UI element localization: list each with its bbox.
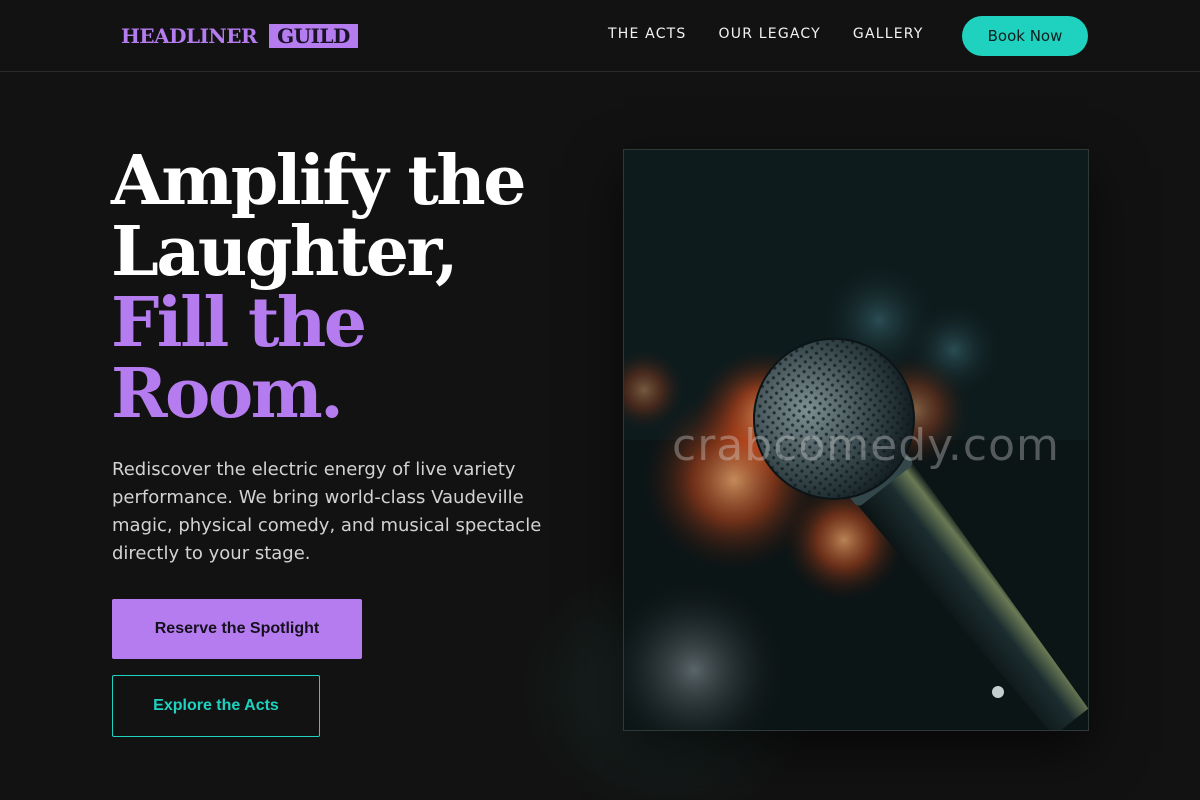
- hero-headline: Amplify the Laughter, Fill the Room.: [111, 146, 581, 430]
- book-now-button[interactable]: Book Now: [962, 16, 1088, 56]
- nav-item-gallery[interactable]: GALLERY: [853, 26, 924, 42]
- brand-logo[interactable]: HEADLINER GUILD: [121, 24, 358, 48]
- brand-name: HEADLINER: [121, 24, 258, 48]
- headline-accent-line-2: Room.: [111, 354, 344, 434]
- reserve-spotlight-button[interactable]: Reserve the Spotlight: [112, 599, 362, 659]
- headline-line-2: Laughter,: [111, 212, 459, 292]
- explore-acts-button[interactable]: Explore the Acts: [112, 675, 320, 737]
- nav-item-our-legacy[interactable]: OUR LEGACY: [719, 26, 821, 42]
- main-nav: THE ACTS OUR LEGACY GALLERY: [608, 26, 924, 42]
- brand-tag: GUILD: [269, 24, 358, 48]
- nav-item-the-acts[interactable]: THE ACTS: [608, 26, 687, 42]
- site-header: HEADLINER GUILD THE ACTS OUR LEGACY GALL…: [0, 0, 1200, 72]
- watermark-text: crabcomedy.com: [672, 420, 1060, 471]
- headline-line-1: Amplify the: [111, 141, 526, 221]
- hero-description: Rediscover the electric energy of live v…: [112, 459, 542, 564]
- microphone-photo: crabcomedy.com: [623, 149, 1089, 731]
- headline-accent-line-1: Fill the: [111, 283, 367, 363]
